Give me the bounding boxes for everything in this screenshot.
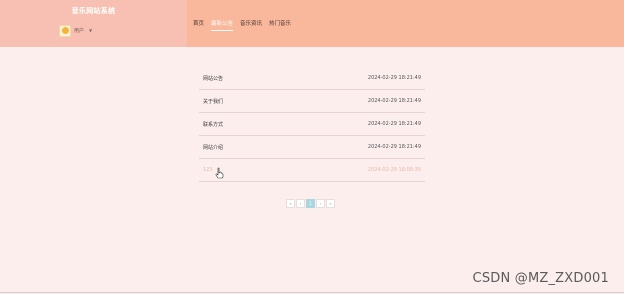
first-page-button[interactable]: «	[286, 199, 295, 208]
announcement-title[interactable]: 联系方式	[203, 121, 223, 128]
next-page-button[interactable]: ›	[316, 199, 325, 208]
announcement-title[interactable]: 123	[203, 167, 213, 173]
announcement-title[interactable]: 网站公告	[203, 75, 223, 82]
watermark: CSDN @MZ_ZXD001	[472, 271, 609, 286]
announcement-date: 2024-02-29 18:21:49	[367, 121, 421, 127]
avatar[interactable]	[59, 24, 71, 37]
user-name[interactable]: 用户	[74, 27, 84, 34]
main-nav: 首页 最新公告 音乐资讯 热门音乐	[193, 19, 298, 31]
announcement-date: 2024-02-29 18:00:35	[367, 167, 421, 173]
list-item[interactable]: 关于我们 2024-02-29 18:21:49	[199, 90, 425, 113]
chevron-down-icon[interactable]: ▼	[89, 28, 92, 33]
nav-item-home[interactable]: 首页	[193, 19, 204, 31]
list-item[interactable]: 联系方式 2024-02-29 18:21:49	[199, 113, 425, 136]
avatar-icon	[61, 27, 69, 34]
list-item[interactable]: 网站公告 2024-02-29 18:21:49	[199, 67, 425, 90]
announcement-title[interactable]: 网站介绍	[203, 144, 223, 151]
list-item[interactable]: 网站介绍 2024-02-29 18:21:49	[199, 136, 425, 159]
hand-cursor-icon	[215, 167, 224, 179]
nav-item-announcements[interactable]: 最新公告	[211, 19, 234, 31]
site-title: 音乐网站系统	[71, 7, 116, 15]
list-item[interactable]: 123 2024-02-29 18:00:35	[199, 159, 425, 182]
top-navbar: 首页 最新公告 音乐资讯 热门音乐	[187, 0, 624, 47]
user-menu[interactable]: 用户 ▼	[59, 24, 92, 37]
announcement-date: 2024-02-29 18:21:49	[367, 98, 421, 104]
announcement-date: 2024-02-29 18:21:49	[367, 75, 421, 81]
divider	[0, 292, 624, 293]
announcement-title[interactable]: 关于我们	[203, 98, 223, 105]
last-page-button[interactable]: »	[326, 199, 335, 208]
prev-page-button[interactable]: ‹	[296, 199, 305, 208]
sidebar-header: 音乐网站系统 用户 ▼	[0, 0, 187, 47]
nav-item-hot-music[interactable]: 热门音乐	[269, 19, 291, 31]
pagination: « ‹ 1 › »	[286, 199, 336, 208]
nav-item-music-news[interactable]: 音乐资讯	[240, 19, 262, 31]
announcement-list: 网站公告 2024-02-29 18:21:49 关于我们 2024-02-29…	[199, 67, 425, 182]
announcement-date: 2024-02-29 18:21:49	[367, 144, 421, 150]
page-1-button[interactable]: 1	[306, 199, 315, 208]
